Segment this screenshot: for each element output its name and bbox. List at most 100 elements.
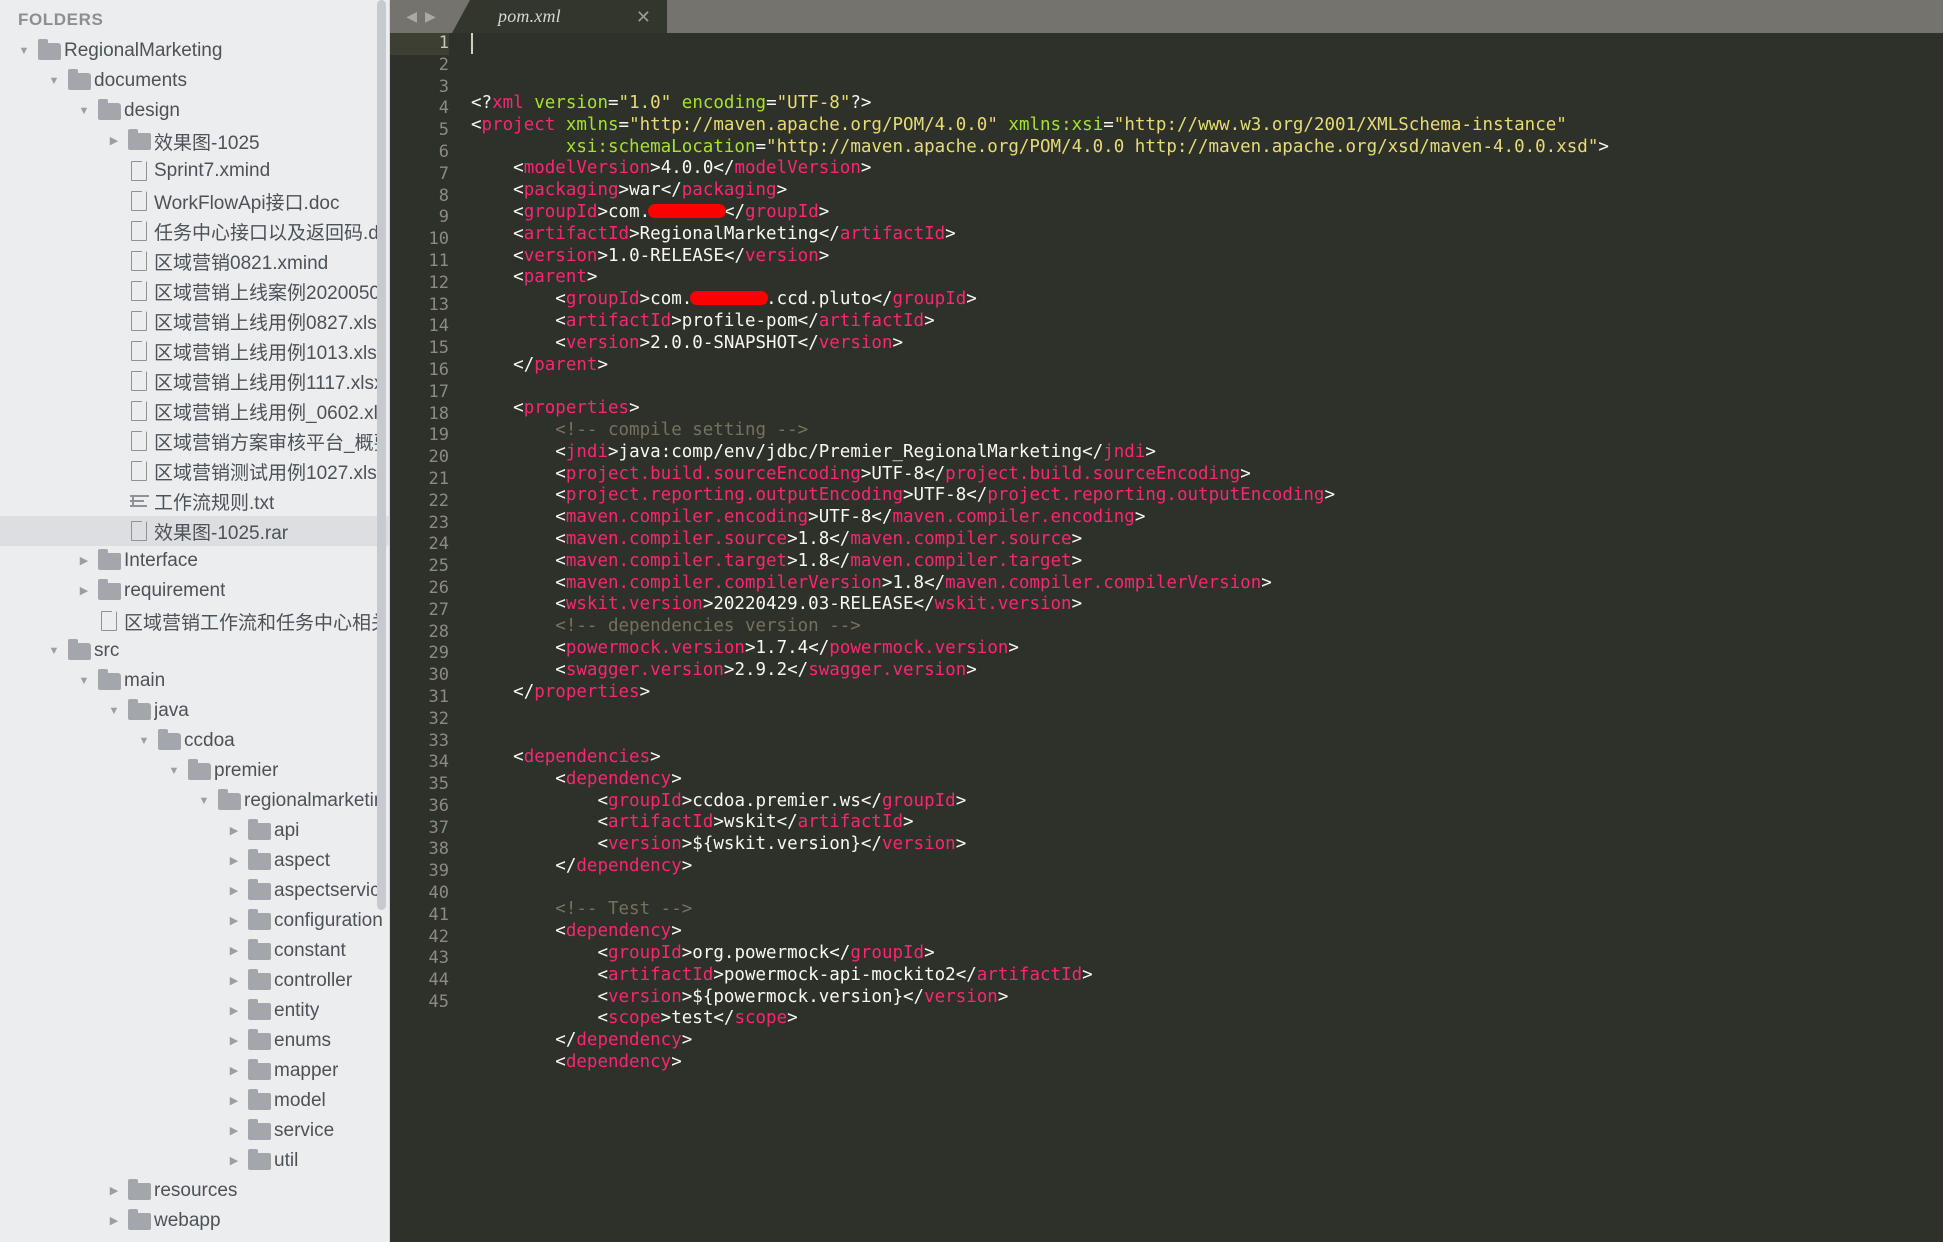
tree-item[interactable]: regionalmarketing [0, 786, 390, 816]
tree-item[interactable]: util [0, 1146, 390, 1176]
tree-item[interactable]: documents [0, 66, 390, 96]
code-line[interactable]: <version>${powermock.version}</version> [471, 987, 1943, 1009]
chevron-down-icon[interactable] [14, 46, 34, 57]
code-line[interactable]: <artifactId>wskit</artifactId> [471, 812, 1943, 834]
tree-item[interactable]: RegionalMarketing [0, 36, 390, 66]
tree-item[interactable]: entity [0, 996, 390, 1026]
code-line[interactable]: <!-- dependencies version --> [471, 616, 1943, 638]
code-line[interactable]: <packaging>war</packaging> [471, 180, 1943, 202]
tree-item[interactable]: java [0, 696, 390, 726]
arrow-right-icon[interactable]: ▶ [425, 8, 436, 25]
tab-pom-xml[interactable]: pom.xml ✕ [452, 0, 667, 33]
code-line[interactable]: <powermock.version>1.7.4</powermock.vers… [471, 638, 1943, 660]
tree-item[interactable]: api [0, 816, 390, 846]
folder-tree[interactable]: RegionalMarketing documents design 效果图-1025… [0, 36, 390, 1236]
tree-item[interactable]: src [0, 636, 390, 666]
tree-item[interactable]: 区域营销上线案例20200507.xlsx [0, 276, 390, 306]
tree-item[interactable]: 区域营销0821.xmind [0, 246, 390, 276]
tree-item[interactable]: service [0, 1116, 390, 1146]
tree-item[interactable]: aspect [0, 846, 390, 876]
chevron-right-icon[interactable] [74, 586, 94, 597]
code-line[interactable]: <maven.compiler.target>1.8</maven.compil… [471, 551, 1943, 573]
code-line[interactable]: <properties> [471, 398, 1943, 420]
tree-item[interactable]: resources [0, 1176, 390, 1206]
code-line[interactable]: <version>1.0-RELEASE</version> [471, 246, 1943, 268]
code-line[interactable]: <groupId>com.xxxxxxx</groupId> [471, 202, 1943, 224]
chevron-right-icon[interactable] [224, 1096, 244, 1107]
chevron-down-icon[interactable] [44, 646, 64, 657]
chevron-right-icon[interactable] [224, 886, 244, 897]
code-line[interactable]: </parent> [471, 355, 1943, 377]
code-line[interactable]: <!-- Test --> [471, 899, 1943, 921]
tree-item[interactable]: aspectservice [0, 876, 390, 906]
code-line[interactable]: <wskit.version>20220429.03-RELEASE</wski… [471, 594, 1943, 616]
chevron-right-icon[interactable] [104, 1186, 124, 1197]
code-line[interactable]: <artifactId>powermock-api-mockito2</arti… [471, 965, 1943, 987]
code-line[interactable]: <artifactId>profile-pom</artifactId> [471, 311, 1943, 333]
tree-item[interactable]: 区域营销上线用例_0602.xlsx [0, 396, 390, 426]
tree-item[interactable]: premier [0, 756, 390, 786]
code-line[interactable]: <maven.compiler.source>1.8</maven.compil… [471, 529, 1943, 551]
chevron-down-icon[interactable] [104, 706, 124, 717]
chevron-right-icon[interactable] [224, 1066, 244, 1077]
tree-item[interactable]: Sprint7.xmind [0, 156, 390, 186]
tree-item[interactable]: 区域营销上线用例0827.xlsx [0, 306, 390, 336]
code-line[interactable]: <project.build.sourceEncoding>UTF-8</pro… [471, 464, 1943, 486]
chevron-right-icon[interactable] [224, 976, 244, 987]
code-line[interactable]: <maven.compiler.encoding>UTF-8</maven.co… [471, 507, 1943, 529]
code-content[interactable]: <?xml version="1.0" encoding="UTF-8"?> <p… [465, 33, 1943, 1242]
tree-item[interactable]: model [0, 1086, 390, 1116]
code-line[interactable]: <groupId>ccdoa.premier.ws</groupId> [471, 791, 1943, 813]
code-line[interactable]: <version>${wskit.version}</version> [471, 834, 1943, 856]
chevron-right-icon[interactable] [224, 826, 244, 837]
chevron-down-icon[interactable] [194, 796, 214, 807]
code-line[interactable]: <groupId>com.xxxxxxx.ccd.pluto</groupId> [471, 289, 1943, 311]
code-line[interactable]: <dependency> [471, 921, 1943, 943]
code-line[interactable]: </dependency> [471, 1030, 1943, 1052]
code-line[interactable]: <project xmlns="http://maven.apache.org/… [471, 115, 1943, 137]
code-line[interactable]: <dependencies> [471, 747, 1943, 769]
code-line[interactable]: <version>2.0.0-SNAPSHOT</version> [471, 333, 1943, 355]
tree-item[interactable]: 效果图-1025 [0, 126, 390, 156]
code-line[interactable]: <dependency> [471, 769, 1943, 791]
folders-sidebar[interactable]: FOLDERS RegionalMarketing documents design… [0, 0, 390, 1242]
code-line[interactable]: xsi:schemaLocation="http://maven.apache.… [471, 137, 1943, 159]
code-line[interactable]: <maven.compiler.compilerVersion>1.8</mav… [471, 573, 1943, 595]
tab-nav-arrows[interactable]: ◀ ▶ [390, 0, 452, 33]
code-line[interactable]: </properties> [471, 682, 1943, 704]
code-line[interactable]: <scope>test</scope> [471, 1008, 1943, 1030]
code-line[interactable]: <parent> [471, 267, 1943, 289]
tree-item[interactable]: mapper [0, 1056, 390, 1086]
tree-item[interactable]: main [0, 666, 390, 696]
chevron-right-icon[interactable] [224, 1126, 244, 1137]
tree-item[interactable]: constant [0, 936, 390, 966]
tree-item[interactable]: 效果图-1025.rar [0, 516, 390, 546]
chevron-right-icon[interactable] [224, 856, 244, 867]
tree-item[interactable]: 区域营销方案审核平台_概要设计 [0, 426, 390, 456]
chevron-right-icon[interactable] [74, 556, 94, 567]
tree-item[interactable]: WorkFlowApi接口.doc [0, 186, 390, 216]
chevron-right-icon[interactable] [224, 946, 244, 957]
tree-item[interactable]: Interface [0, 546, 390, 576]
code-line[interactable] [471, 878, 1943, 900]
chevron-down-icon[interactable] [44, 76, 64, 87]
chevron-right-icon[interactable] [224, 916, 244, 927]
code-line[interactable]: <modelVersion>4.0.0</modelVersion> [471, 158, 1943, 180]
code-line[interactable]: <?xml version="1.0" encoding="UTF-8"?> [471, 93, 1943, 115]
code-area[interactable]: 1 2 3 4 5 6 7 8 9 10 11 12 13 14 15 16 17 18 19 20 21 22 23 24 2… [390, 33, 1943, 1242]
tree-item[interactable]: design [0, 96, 390, 126]
tree-item[interactable]: configuration [0, 906, 390, 936]
chevron-right-icon[interactable] [104, 1216, 124, 1227]
code-line[interactable]: <artifactId>RegionalMarketing</artifactI… [471, 224, 1943, 246]
chevron-right-icon[interactable] [224, 1036, 244, 1047]
chevron-down-icon[interactable] [134, 736, 154, 747]
code-line[interactable]: <jndi>java:comp/env/jdbc/Premier_Regiona… [471, 442, 1943, 464]
sidebar-scrollbar[interactable] [377, 0, 386, 910]
tree-item[interactable]: 区域营销上线用例1117.xlsx [0, 366, 390, 396]
code-line[interactable]: <swagger.version>2.9.2</swagger.version> [471, 660, 1943, 682]
tree-item[interactable]: 区域营销工作流和任务中心相关说 [0, 606, 390, 636]
tree-item[interactable]: 区域营销测试用例1027.xlsx [0, 456, 390, 486]
chevron-right-icon[interactable] [104, 136, 124, 147]
code-line[interactable]: <groupId>org.powermock</groupId> [471, 943, 1943, 965]
code-line[interactable]: <project.reporting.outputEncoding>UTF-8<… [471, 485, 1943, 507]
